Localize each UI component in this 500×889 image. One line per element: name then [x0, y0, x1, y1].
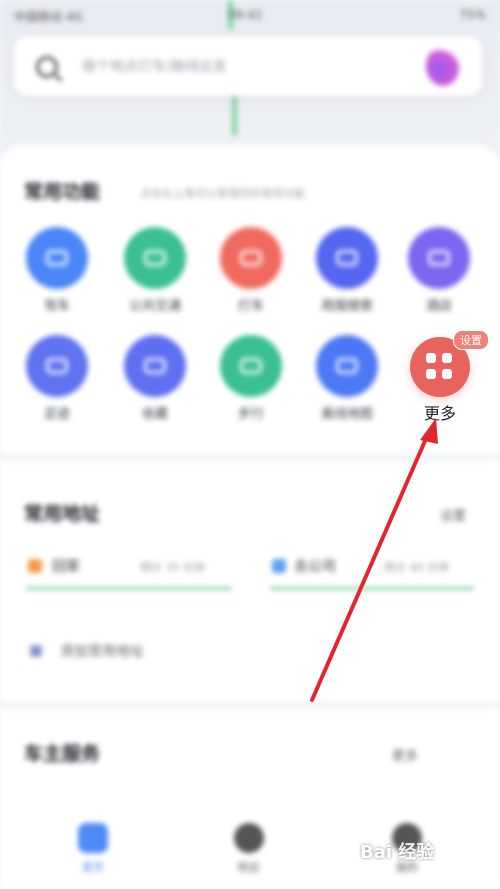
watermark-logo: Bai 经验	[360, 842, 435, 863]
annotation-arrow	[310, 418, 438, 702]
